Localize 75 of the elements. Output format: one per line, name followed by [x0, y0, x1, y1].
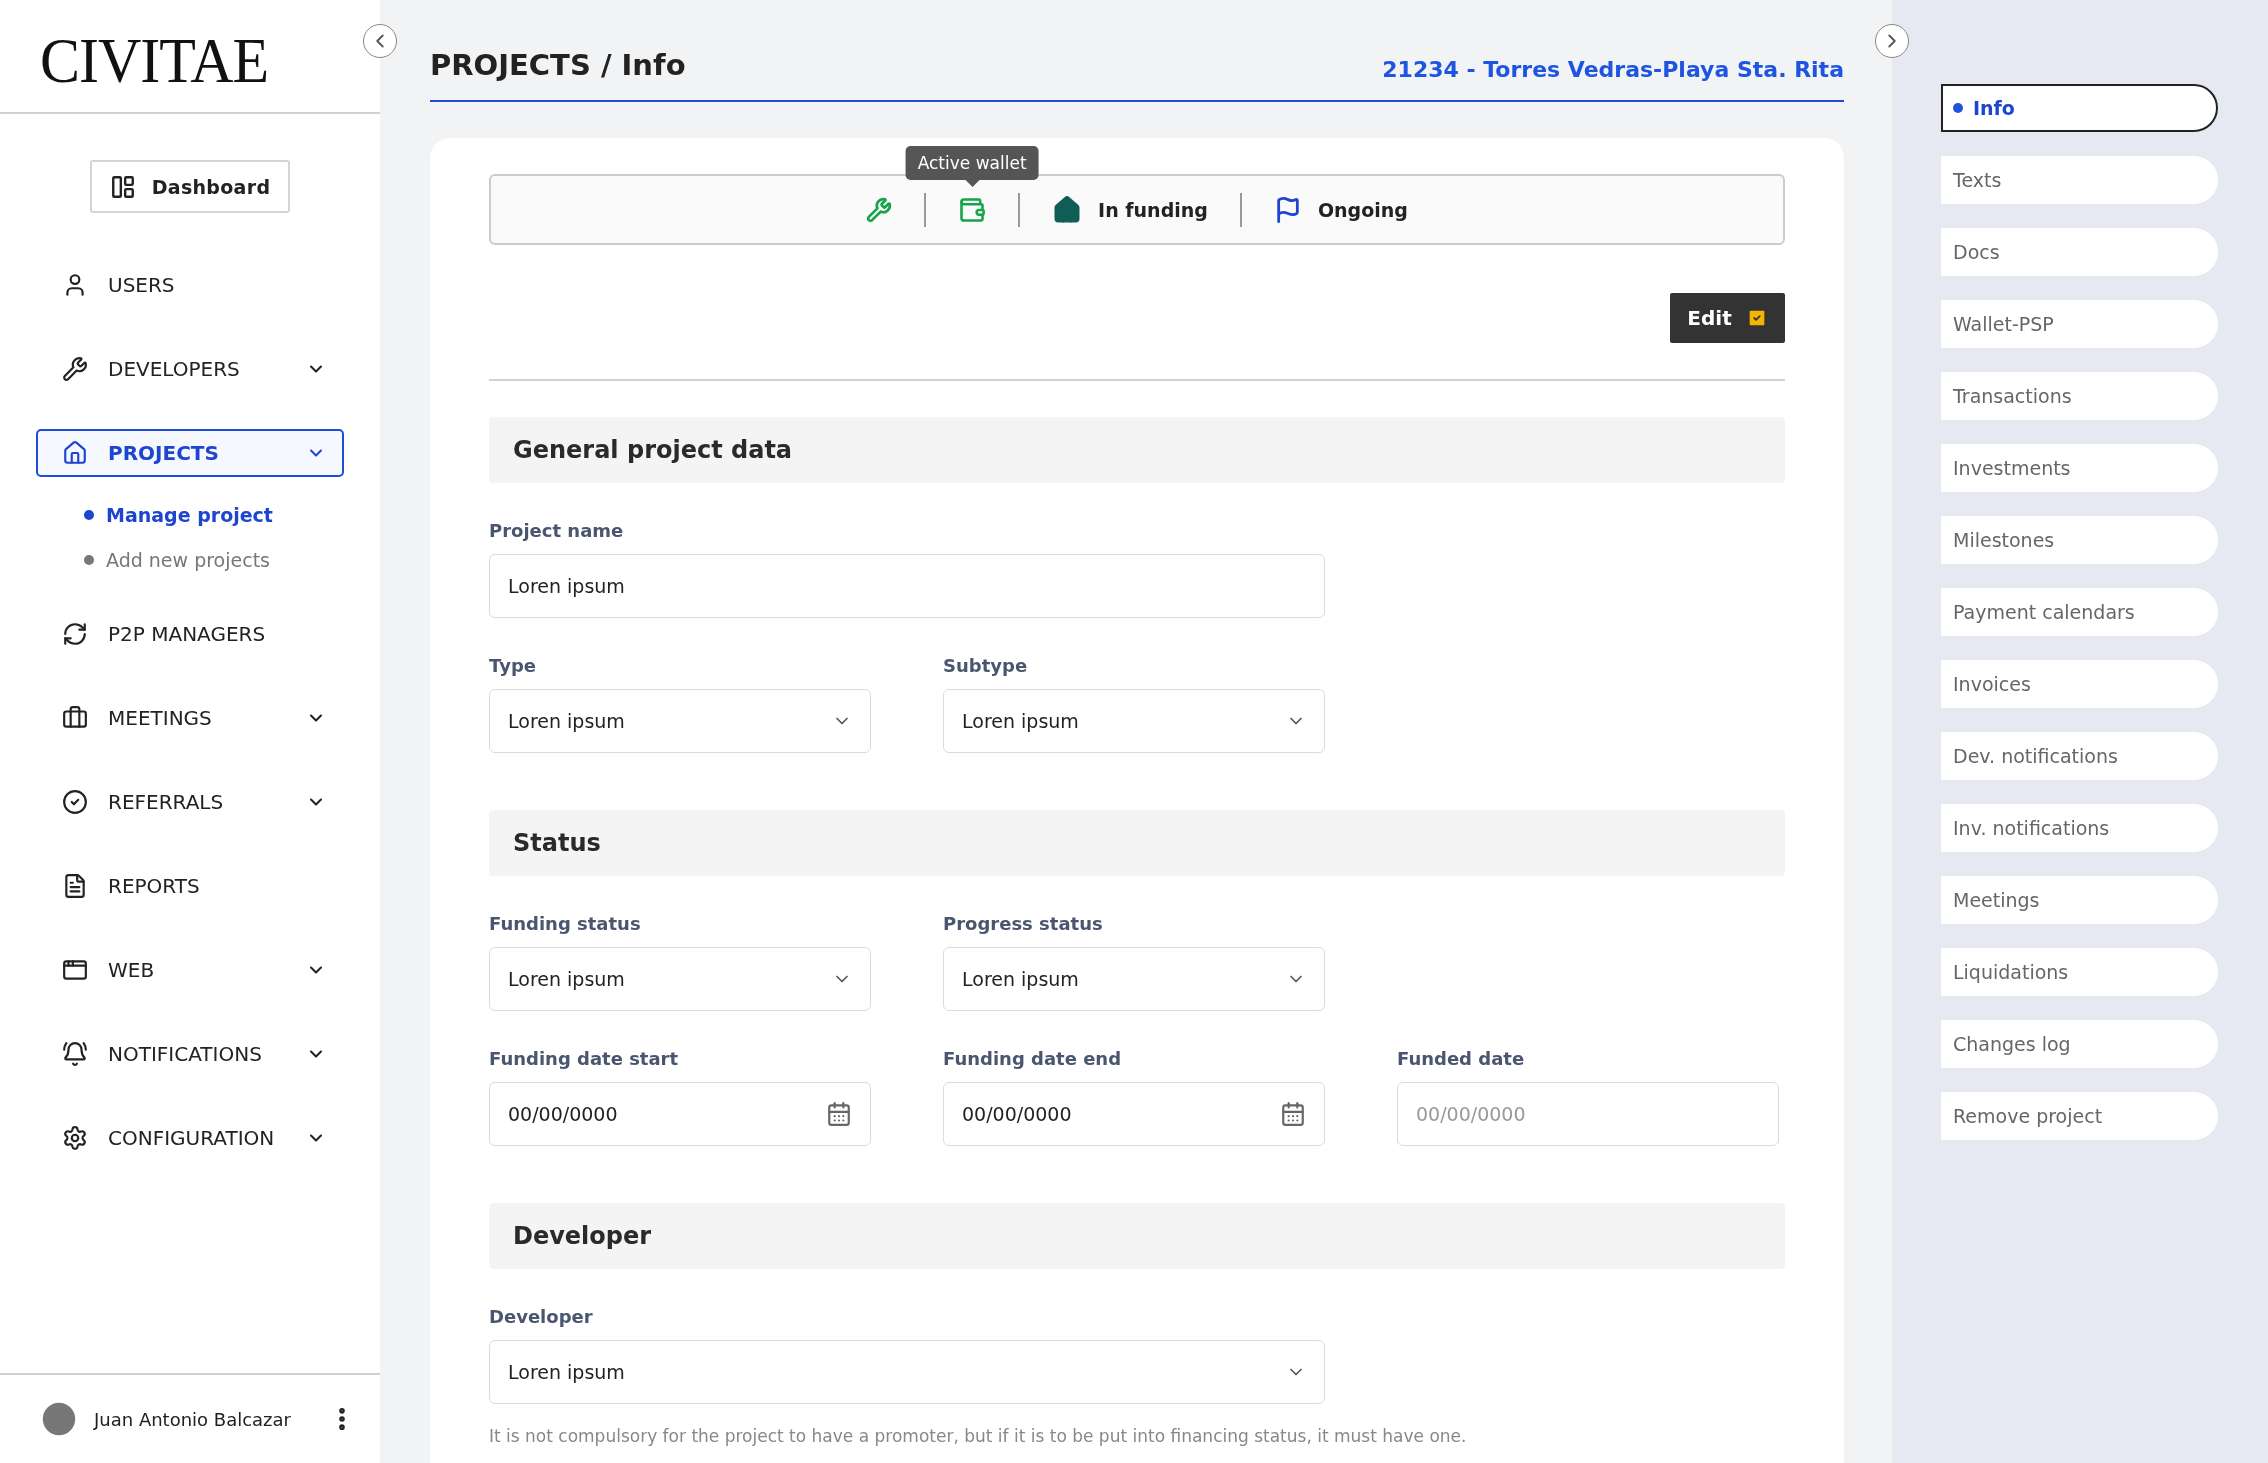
expand-button[interactable]: [1875, 24, 1909, 58]
project-link[interactable]: 21234 - Torres Vedras-Playa Sta. Rita: [1382, 57, 1844, 82]
section-header: Status: [489, 810, 1785, 876]
section-header: Developer: [489, 1203, 1785, 1269]
page-title: PROJECTS / Info: [430, 48, 686, 82]
section-tab[interactable]: Transactions: [1941, 372, 2218, 420]
field-label: Project name: [489, 520, 625, 542]
edit-button[interactable]: Edit: [1670, 293, 1785, 343]
layout-icon: [109, 173, 136, 200]
field-label: Funding status: [489, 913, 642, 935]
submenu-item[interactable]: Add new projects: [84, 542, 344, 578]
nav-item[interactable]: NOTIFICATIONS: [36, 1030, 344, 1078]
help-text: It is not compulsory for the project to have a promoter, but if it is to be put into financing status, it must have one.: [489, 1426, 1468, 1446]
wrench-icon: [62, 356, 88, 382]
select-field[interactable]: Loren ipsum: [489, 1340, 1325, 1404]
select-field[interactable]: Loren ipsum: [943, 947, 1325, 1011]
section-tab[interactable]: Inv. notifications: [1941, 804, 2218, 852]
section-tab[interactable]: Meetings: [1941, 876, 2218, 924]
section-tab[interactable]: Dev. notifications: [1941, 732, 2218, 780]
dashboard-button[interactable]: Dashboard: [89, 160, 291, 213]
nav-item[interactable]: DEVELOPERS: [36, 345, 344, 393]
submenu-item[interactable]: Manage project: [84, 497, 344, 533]
field-label: Funding date start: [489, 1048, 680, 1070]
select-field[interactable]: Loren ipsum: [943, 689, 1325, 753]
field-label: Developer: [489, 1306, 594, 1328]
nav-item[interactable]: REPORTS: [36, 862, 344, 910]
tooltip: Active wallet: [905, 146, 1039, 187]
field-label: Funding date end: [943, 1048, 1123, 1070]
date-field[interactable]: 00/00/0000: [943, 1082, 1325, 1146]
section-tab[interactable]: Investments: [1941, 444, 2218, 492]
refresh-icon: [62, 621, 88, 647]
field-label: Funded date: [1397, 1048, 1526, 1070]
logo: CIVITAE: [40, 24, 269, 98]
calendar-icon: [826, 1101, 852, 1127]
bell-icon: [62, 1041, 88, 1067]
nav-item[interactable]: REFERRALS: [36, 778, 344, 826]
section-tab[interactable]: Remove project: [1941, 1092, 2218, 1140]
section-tab[interactable]: Milestones: [1941, 516, 2218, 564]
nav-item[interactable]: MEETINGS: [36, 694, 344, 742]
nav-item[interactable]: WEB: [36, 946, 344, 994]
section-tab[interactable]: Liquidations: [1941, 948, 2218, 996]
calendar-icon: [1280, 1101, 1306, 1127]
check-circle-icon: [62, 789, 88, 815]
house-icon: [62, 440, 88, 466]
section-tab[interactable]: Payment calendars: [1941, 588, 2218, 636]
section-tab[interactable]: Invoices: [1941, 660, 2218, 708]
section-tab[interactable]: Changes log: [1941, 1020, 2218, 1068]
section-tab[interactable]: Wallet-PSP: [1941, 300, 2218, 348]
document-icon: [62, 873, 88, 899]
user-name: Juan Antonio Balcazar: [94, 1408, 292, 1430]
status-label: In funding: [1098, 198, 1208, 221]
section-header: General project data: [489, 417, 1785, 483]
section-tab[interactable]: Texts: [1941, 156, 2218, 204]
window-icon: [62, 957, 88, 983]
field-label: Type: [489, 655, 537, 677]
collapse-button[interactable]: [363, 24, 397, 58]
date-field[interactable]: 00/00/0000: [489, 1082, 871, 1146]
nav-item[interactable]: P2P MANAGERS: [36, 610, 344, 658]
section-tab[interactable]: Info: [1941, 84, 2218, 132]
wrench-icon: [866, 196, 893, 223]
nav-item[interactable]: USERS: [36, 261, 344, 309]
nav-item[interactable]: PROJECTS: [36, 429, 344, 477]
status-label: Ongoing: [1317, 198, 1408, 221]
field-label: Subtype: [943, 655, 1029, 677]
briefcase-icon: [62, 705, 88, 731]
select-field[interactable]: Loren ipsum: [489, 689, 871, 753]
section-tab[interactable]: Docs: [1941, 228, 2218, 276]
select-field[interactable]: Loren ipsum: [489, 947, 871, 1011]
wallet-icon: [958, 195, 987, 224]
text-field[interactable]: Loren ipsum: [489, 554, 1325, 618]
house-icon: [1052, 194, 1083, 225]
text-field[interactable]: 00/00/0000: [1397, 1082, 1779, 1146]
field-label: Progress status: [943, 913, 1104, 935]
nav-item[interactable]: CONFIGURATION: [36, 1114, 344, 1162]
gear-icon: [62, 1125, 88, 1151]
